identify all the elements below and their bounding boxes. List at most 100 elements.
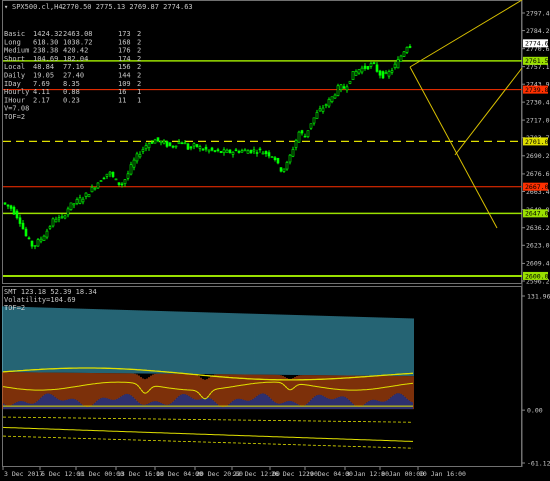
price-axis-label: 2717.00 [526,116,550,124]
info-cell: 1424.32 [33,30,63,38]
candle [186,142,190,151]
info-footer: TOF=2 [4,113,25,121]
candle [165,140,169,148]
time-axis-label: 3 Dec 2017 [4,470,43,478]
time-axis-label: 10 Jan 16:00 [419,470,466,478]
svg-text:2647.00: 2647.00 [525,210,550,218]
candle [402,51,406,58]
level-price-tag: 2600.00 [523,271,550,280]
candle [12,205,16,216]
level-price-tag: 2647.00 [523,209,550,218]
info-cell: 156 [118,63,131,71]
info-cell: Medium [4,47,29,55]
indicator-tof: TOF=2 [4,304,25,312]
info-cell: 2 [137,47,141,55]
info-cell: 168 [118,38,131,46]
info-row: Hourly 4.11 0.88 16 1 [4,88,141,96]
candle [51,217,55,228]
price-chart[interactable]: ▾ SPX500.cl,H4 2770.50 2775.13 2769.87 2… [0,0,550,481]
info-cell: 2 [137,63,141,71]
info-cell: Short [4,55,25,63]
candle [399,54,403,62]
info-cell: 0.23 [63,96,80,104]
candle [96,182,100,190]
candle [297,130,301,143]
info-row: Local 48.84 77.16 156 2 [4,63,141,71]
indicator-axis-label: -61.12 [527,459,550,467]
candle [36,238,40,247]
info-cell: 27.40 [63,72,84,80]
candle [87,194,91,198]
info-cell: 2.17 [33,96,50,104]
current-price-tag: 2774.63 [523,39,550,48]
info-row: Daily 19.05 27.40 144 2 [4,72,141,80]
time-axis-label: 8 Jan 00:00 [381,470,424,478]
info-cell: 618.30 [33,38,58,46]
info-cell: IDay [4,80,21,88]
svg-text:2739.88: 2739.88 [525,86,550,94]
symbol-label: SPX500.cl,H4 [12,3,63,11]
level-price-tag: 2739.88 [523,85,550,94]
info-cell: 2 [137,55,141,63]
level-price-tag: 2701.00 [523,137,550,146]
info-cell: 182.04 [63,55,88,63]
info-cell: 173 [118,30,131,38]
chart-header: ▾ SPX500.cl,H4 2770.50 2775.13 2769.87 2… [4,3,193,11]
price-axis-label: 2609.40 [526,260,550,268]
info-cell: 2 [137,80,141,88]
candle [69,202,73,211]
info-cell: Basic [4,30,25,38]
candle [285,160,289,171]
candle [228,149,232,154]
indicator-axis-label: 0.00 [527,406,543,414]
info-cell: 0.88 [63,88,80,96]
info-cell: 1 [137,96,141,104]
info-cell: 16 [118,88,126,96]
info-cell: 104.69 [33,55,58,63]
info-cell: 11 [118,96,126,104]
info-cell: 19.05 [33,72,54,80]
candle [219,151,223,154]
info-row: Short 104.69 182.04 174 2 [4,55,141,63]
candle [168,142,172,147]
info-row: Medium 238.38 420.42 176 2 [4,47,141,55]
info-cell: 8.35 [63,80,80,88]
info-cell: 1 [137,88,141,96]
info-cell: 109 [118,80,131,88]
ohlc-values: 2770.50 2775.13 2769.87 2774.63 [62,3,193,11]
level-price-tag: 2667.00 [523,182,550,191]
candle [276,157,280,165]
info-cell: 2 [137,30,141,38]
candle [270,156,274,158]
price-axis-label: 2636.20 [526,224,550,232]
svg-text:▾: ▾ [4,3,8,11]
svg-text:2667.00: 2667.00 [525,183,550,191]
info-cell: 1038.72 [63,38,93,46]
candle [111,171,115,178]
candle [381,70,385,79]
candle [336,83,340,97]
info-row: Basic 1424.32 2463.08 173 2 [4,30,141,38]
candle [195,144,199,148]
info-cell: 238.38 [33,47,58,55]
svg-text:2761.50: 2761.50 [525,57,550,65]
price-axis-label: 2623.00 [526,242,550,250]
candle [114,178,118,181]
indicator-title: SMT 123.18 52.39 18.34 [4,288,97,296]
indicator-axis-label: 131.96 [527,292,550,300]
info-cell: 48.84 [33,63,54,71]
svg-text:2774.63: 2774.63 [525,40,550,48]
info-cell: 176 [118,47,131,55]
svg-text:2600.00: 2600.00 [525,272,550,280]
price-axis-label: 2797.40 [526,9,550,17]
info-row: IHour 2.17 0.23 11 1 [4,96,141,104]
price-axis-label: 2730.48 [526,98,550,106]
info-cell: Long [4,38,21,46]
info-cell: 2 [137,72,141,80]
info-cell: 4.11 [33,88,50,96]
info-cell: 2 [137,38,141,46]
info-cell: 7.69 [33,80,50,88]
price-axis-label: 2690.20 [526,152,550,160]
candle [348,80,352,85]
info-cell: 420.42 [63,47,88,55]
